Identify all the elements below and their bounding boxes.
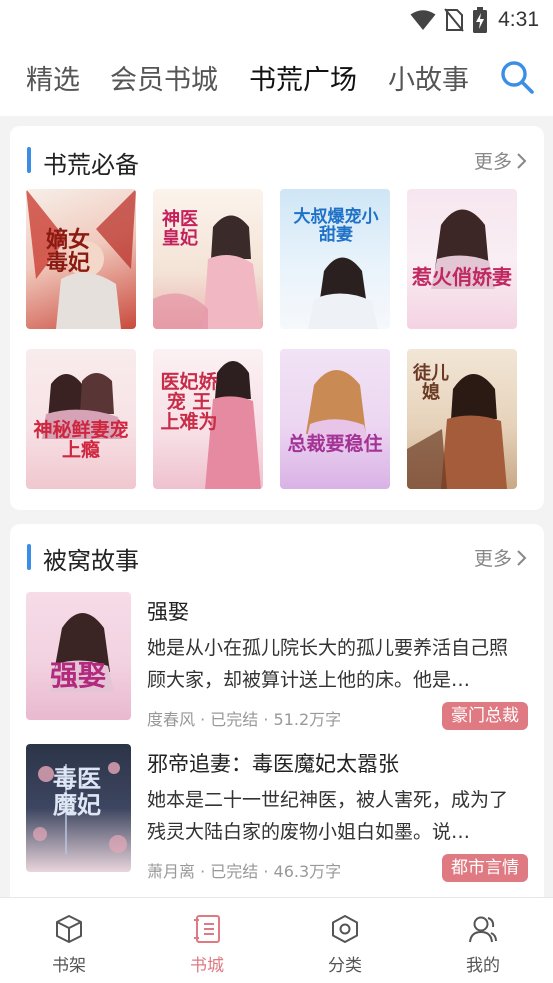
book-cover[interactable]: 总裁要稳住: [280, 349, 390, 489]
list-item[interactable]: 毒医魔妃 邪帝追妻：毒医魔妃太嚣张 她本是二十一世纪神医，被人害死，成为了残灵大…: [10, 744, 544, 894]
book-cover[interactable]: 徒儿媳: [407, 349, 517, 489]
section-title: 书荒必备: [43, 151, 139, 179]
cover-art: [431, 209, 495, 289]
more-link[interactable]: 更多: [474, 147, 528, 174]
chevron-right-icon: [517, 549, 527, 566]
nav-profile[interactable]: 我的: [414, 898, 552, 983]
genre-badge: 都市言情: [442, 854, 528, 882]
list-item[interactable]: 强娶 强娶 她是从小在孤儿院长大的孤儿要养活自己照顾大家，却被算计送上他的床。他…: [10, 592, 544, 742]
book-thumbnail: 强娶: [26, 592, 131, 720]
user-icon: [469, 916, 497, 943]
cover-title: 医妃娇宠 王上难为: [160, 371, 218, 433]
nav-label: 分类: [328, 956, 362, 976]
book-cover[interactable]: 神秘鲜妻宠上瘾: [26, 349, 136, 489]
book-cover[interactable]: 嫡女毒妃: [26, 189, 136, 329]
cover-title: 毒医魔妃: [53, 765, 101, 820]
cover-title: 总裁要稳住: [287, 433, 383, 455]
cube-icon: [56, 915, 82, 943]
cover-title: 强娶: [49, 659, 106, 692]
story-title: 强娶: [147, 600, 189, 624]
must-read-section: 书荒必备 更多 嫡女毒妃 神医皇妃 大叔爆宠小甜妻 惹火俏娇妻 神秘鲜妻宠上瘾 …: [10, 126, 544, 510]
book-list-icon: [194, 915, 220, 943]
nav-bookstore[interactable]: 书城: [138, 898, 276, 983]
cover-title: 嫡女毒妃: [45, 228, 90, 277]
genre-badge: 豪门总裁: [442, 702, 528, 730]
status-bar: 4:31: [0, 0, 553, 40]
tab-book-plaza[interactable]: 书荒广场: [249, 58, 357, 97]
nav-label: 我的: [466, 956, 500, 976]
more-link[interactable]: 更多: [474, 544, 528, 571]
bedtime-stories-section: 被窝故事 更多 强娶 强娶 她是从小在孤儿院长大的孤儿要养活自己照顾大家，却被算…: [10, 524, 544, 904]
story-meta: 度春风 · 已完结 · 51.2万字: [147, 710, 342, 729]
section-accent-bar: [27, 544, 31, 570]
story-description: 她本是二十一世纪神医，被人害死，成为了残灵大陆白家的废物小姐白如墨。说…: [147, 789, 509, 843]
search-icon[interactable]: [498, 58, 536, 96]
cover-title: 神医皇妃: [162, 209, 198, 249]
section-accent-bar: [27, 147, 31, 173]
cover-title: 惹火俏娇妻: [412, 265, 512, 289]
nav-bookshelf[interactable]: 书架: [0, 898, 138, 983]
nav-categories[interactable]: 分类: [276, 898, 414, 983]
section-header: 被窝故事 更多: [10, 524, 544, 584]
bottom-nav: 书架 书城 分类 我的: [0, 897, 553, 983]
story-meta: 萧月离 · 已完结 · 46.3万字: [147, 862, 342, 881]
cover-title: 徒儿媳: [413, 363, 449, 403]
more-label: 更多: [473, 151, 512, 173]
story-title: 邪帝追妻：毒医魔妃太嚣张: [147, 752, 399, 776]
book-cover[interactable]: 神医皇妃: [153, 189, 263, 329]
book-cover[interactable]: 医妃娇宠 王上难为: [153, 349, 263, 489]
more-label: 更多: [473, 548, 512, 570]
cover-title: 神秘鲜妻宠上瘾: [33, 419, 129, 461]
chevron-right-icon: [517, 152, 527, 169]
no-sim-icon: [444, 8, 464, 32]
tab-short-stories[interactable]: 小故事: [388, 58, 469, 97]
tab-featured[interactable]: 精选: [26, 58, 80, 97]
hexagon-icon: [332, 915, 358, 943]
book-cover[interactable]: 惹火俏娇妻: [407, 189, 517, 329]
wifi-icon: [410, 10, 436, 30]
battery-charging-icon: [473, 7, 488, 33]
book-thumbnail: 毒医魔妃: [26, 744, 131, 872]
nav-label: 书城: [190, 956, 224, 976]
clock: 4:31: [498, 8, 539, 31]
cover-art: [304, 370, 370, 449]
nav-label: 书架: [52, 956, 86, 976]
book-cover[interactable]: 大叔爆宠小甜妻: [280, 189, 390, 329]
section-header: 书荒必备 更多: [10, 126, 544, 186]
section-title: 被窝故事: [43, 547, 139, 575]
story-description: 她是从小在孤儿院长大的孤儿要养活自己照顾大家，却被算计送上他的床。他是…: [147, 637, 509, 691]
cover-title: 大叔爆宠小甜妻: [293, 207, 379, 245]
top-tab-bar: 精选 会员书城 书荒广场 小故事: [0, 40, 553, 116]
tab-vip-bookstore[interactable]: 会员书城: [110, 58, 218, 97]
